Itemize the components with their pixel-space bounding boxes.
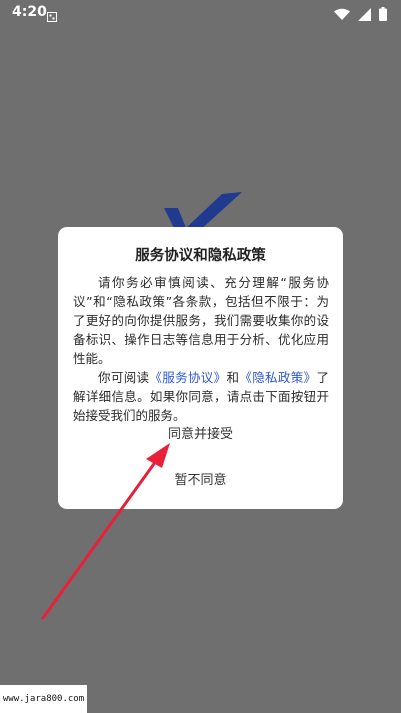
agree-button[interactable]: 同意并接受 [58, 423, 343, 442]
notification-icon [47, 7, 57, 26]
dialog-paragraph-2: 你可阅读《服务协议》和《隐私政策》了解详细信息。如果你同意，请点击下面按钮开始接… [73, 368, 329, 425]
dialog-paragraph-1: 请你务必审慎阅读、充分理解“服务协议”和“隐私政策”各条款，包括但不限于：为了更… [73, 275, 329, 366]
privacy-dialog: 服务协议和隐私政策 请你务必审慎阅读、充分理解“服务协议”和“隐私政策”各条款，… [58, 227, 343, 509]
paragraph-2-prefix: 你可阅读 [98, 370, 150, 385]
status-bar: 4:20 [0, 0, 401, 26]
service-agreement-link[interactable]: 《服务协议》 [149, 370, 226, 385]
paragraph-2-and: 和 [226, 370, 240, 385]
status-icons [334, 6, 387, 25]
dialog-body: 请你务必审慎阅读、充分理解“服务协议”和“隐私政策”各条款，包括但不限于：为了更… [73, 273, 329, 425]
dialog-title: 服务协议和隐私政策 [135, 248, 266, 264]
watermark-label: www.jara800.com [0, 685, 87, 713]
status-time: 4:20 [12, 4, 47, 20]
signal-icon [358, 6, 371, 25]
wifi-icon [334, 6, 350, 25]
disagree-button[interactable]: 暂不同意 [58, 469, 343, 488]
battery-icon [379, 6, 387, 25]
privacy-policy-link[interactable]: 《隐私政策》 [239, 370, 316, 385]
